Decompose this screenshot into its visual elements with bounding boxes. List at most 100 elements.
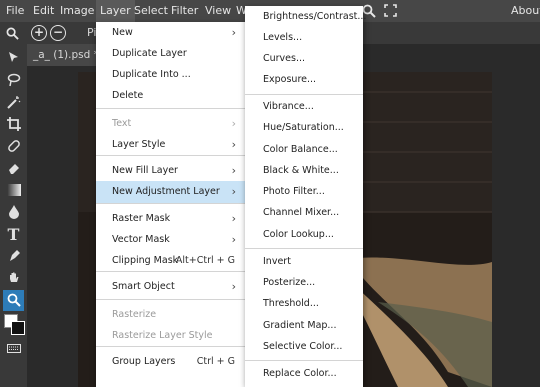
menu-view[interactable]: View bbox=[205, 0, 231, 22]
adjustment-item-levels[interactable]: Levels... bbox=[245, 27, 363, 49]
pen-tool-icon[interactable] bbox=[3, 246, 24, 267]
menu-item-label: Black & White... bbox=[263, 165, 339, 176]
layer-menu-item-vector-mask[interactable]: Vector Mask › bbox=[96, 229, 245, 251]
layer-menu-item-raster-mask[interactable]: Raster Mask › bbox=[96, 208, 245, 230]
menu-item-label: Raster Mask bbox=[112, 213, 171, 224]
menu-separator bbox=[245, 360, 363, 361]
keyboard-icon[interactable] bbox=[3, 338, 24, 359]
adjustment-item-color-balance[interactable]: Color Balance... bbox=[245, 139, 363, 161]
eraser-tool-icon[interactable] bbox=[3, 158, 24, 179]
menu-about[interactable]: About bbox=[511, 0, 540, 22]
adjustment-item-replace-color[interactable]: Replace Color... bbox=[245, 363, 363, 385]
menu-item-label: Rasterize bbox=[112, 309, 157, 320]
menu-file[interactable]: File bbox=[6, 0, 24, 22]
document-tab-label: _a_ (1).psd * bbox=[33, 49, 99, 61]
menu-item-label: Brightness/Contrast... bbox=[263, 11, 367, 22]
menu-edit[interactable]: Edit bbox=[33, 0, 54, 22]
adjustment-item-brightness-contrast[interactable]: Brightness/Contrast... bbox=[245, 6, 367, 28]
chevron-right-icon: › bbox=[231, 185, 236, 198]
shortcut-label: Alt+Ctrl + G bbox=[175, 255, 235, 266]
type-tool-icon[interactable]: T bbox=[3, 224, 24, 245]
menu-separator bbox=[96, 299, 245, 300]
layer-menu-item-group-layers[interactable]: Group Layers Ctrl + G bbox=[96, 351, 245, 373]
adjustment-item-selective-color[interactable]: Selective Color... bbox=[245, 336, 363, 358]
menu-item-label: Posterize... bbox=[263, 277, 316, 288]
tools-panel: T bbox=[0, 44, 27, 387]
menu-item-label: Photo Filter... bbox=[263, 186, 325, 197]
adjustment-item-gradient-map[interactable]: Gradient Map... bbox=[245, 315, 363, 337]
menu-item-label: New bbox=[112, 27, 133, 38]
menu-select[interactable]: Select bbox=[134, 0, 168, 22]
blur-tool-icon[interactable] bbox=[3, 202, 24, 223]
adjustment-item-invert[interactable]: Invert bbox=[245, 251, 363, 273]
menu-item-label: Replace Color... bbox=[263, 368, 337, 379]
menu-item-label: Color Balance... bbox=[263, 144, 338, 155]
adjustment-item-posterize[interactable]: Posterize... bbox=[245, 272, 363, 294]
chevron-right-icon: › bbox=[231, 138, 236, 151]
menu-layer[interactable]: Layer bbox=[96, 0, 135, 22]
layer-menu-item-rasterize: Rasterize bbox=[96, 304, 245, 326]
menu-item-label: Smart Object bbox=[112, 281, 175, 292]
menu-item-label: Layer Style bbox=[112, 139, 166, 150]
adjustment-item-black-white[interactable]: Black & White... bbox=[245, 160, 363, 182]
zoom-out-button[interactable]: − bbox=[50, 25, 66, 41]
menu-separator bbox=[96, 203, 245, 204]
zoom-tool-button[interactable] bbox=[3, 290, 24, 311]
layer-menu-item-new[interactable]: New › bbox=[96, 22, 245, 44]
adjustment-item-curves[interactable]: Curves... bbox=[245, 48, 363, 70]
menu-item-label: Hue/Saturation... bbox=[263, 122, 344, 133]
background-color-swatch[interactable] bbox=[11, 321, 25, 335]
menu-item-label: Exposure... bbox=[263, 74, 317, 85]
chevron-right-icon: › bbox=[231, 164, 236, 177]
menu-separator bbox=[245, 94, 363, 95]
crop-tool-icon[interactable] bbox=[3, 114, 24, 135]
shortcut-label: Ctrl + G bbox=[196, 356, 235, 367]
menu-item-label: Invert bbox=[263, 256, 291, 267]
menu-filter[interactable]: Filter bbox=[171, 0, 198, 22]
hand-tool-icon[interactable] bbox=[3, 268, 24, 289]
menu-item-label: New Adjustment Layer bbox=[112, 186, 220, 197]
menu-item-label: Threshold... bbox=[263, 298, 319, 309]
adjustment-item-photo-filter[interactable]: Photo Filter... bbox=[245, 181, 363, 203]
adjustment-item-hue-saturation[interactable]: Hue/Saturation... bbox=[245, 117, 363, 139]
adjustment-layer-submenu: Brightness/Contrast... Levels... Curves...… bbox=[245, 6, 367, 387]
fullscreen-icon[interactable] bbox=[384, 0, 397, 22]
layer-menu-item-new-fill-layer[interactable]: New Fill Layer › bbox=[96, 160, 245, 182]
menu-item-label: Channel Mixer... bbox=[263, 207, 340, 218]
zoom-in-button[interactable]: + bbox=[31, 25, 47, 41]
layer-menu-item-layer-style[interactable]: Layer Style › bbox=[96, 134, 245, 156]
menu-item-label: Vibrance... bbox=[263, 101, 314, 112]
adjustment-item-channel-mixer[interactable]: Channel Mixer... bbox=[245, 202, 363, 224]
adjustment-item-color-lookup[interactable]: Color Lookup... bbox=[245, 224, 363, 246]
layer-menu-item-clipping-mask[interactable]: Clipping Mask Alt+Ctrl + G bbox=[96, 250, 245, 272]
menu-separator bbox=[96, 155, 245, 156]
magic-wand-tool-icon[interactable] bbox=[3, 92, 24, 113]
healing-brush-icon[interactable] bbox=[3, 136, 24, 157]
menu-item-label: Gradient Map... bbox=[263, 320, 337, 331]
menu-separator bbox=[96, 271, 245, 272]
adjustment-item-threshold[interactable]: Threshold... bbox=[245, 293, 363, 315]
menu-item-label: Text bbox=[112, 118, 132, 129]
gradient-tool-icon[interactable] bbox=[3, 180, 24, 201]
chevron-right-icon: › bbox=[231, 233, 236, 246]
layer-menu-item-new-adjustment-layer[interactable]: New Adjustment Layer › bbox=[96, 181, 245, 203]
layer-menu-item-rasterize-layer-style: Rasterize Layer Style bbox=[96, 325, 245, 347]
layer-menu-item-delete[interactable]: Delete bbox=[96, 85, 245, 107]
menu-item-label: Selective Color... bbox=[263, 341, 343, 352]
menu-separator bbox=[96, 108, 245, 109]
menu-image[interactable]: Image bbox=[60, 0, 94, 22]
layer-menu-item-smart-object[interactable]: Smart Object › bbox=[96, 276, 245, 298]
layer-menu-item-duplicate-into[interactable]: Duplicate Into ... bbox=[96, 64, 245, 86]
menu-item-label: Duplicate Layer bbox=[112, 48, 187, 59]
move-tool-icon[interactable] bbox=[3, 48, 24, 69]
menu-item-label: Vector Mask bbox=[112, 234, 170, 245]
menu-separator bbox=[96, 346, 245, 347]
adjustment-item-vibrance[interactable]: Vibrance... bbox=[245, 96, 363, 118]
zoom-tool-icon bbox=[6, 22, 19, 44]
layer-menu-item-duplicate-layer[interactable]: Duplicate Layer bbox=[96, 43, 245, 65]
menu-item-label: New Fill Layer bbox=[112, 165, 178, 176]
adjustment-item-exposure[interactable]: Exposure... bbox=[245, 69, 363, 91]
menu-item-label: Delete bbox=[112, 90, 144, 101]
lasso-tool-icon[interactable] bbox=[3, 70, 24, 91]
menu-item-label: Curves... bbox=[263, 53, 306, 64]
